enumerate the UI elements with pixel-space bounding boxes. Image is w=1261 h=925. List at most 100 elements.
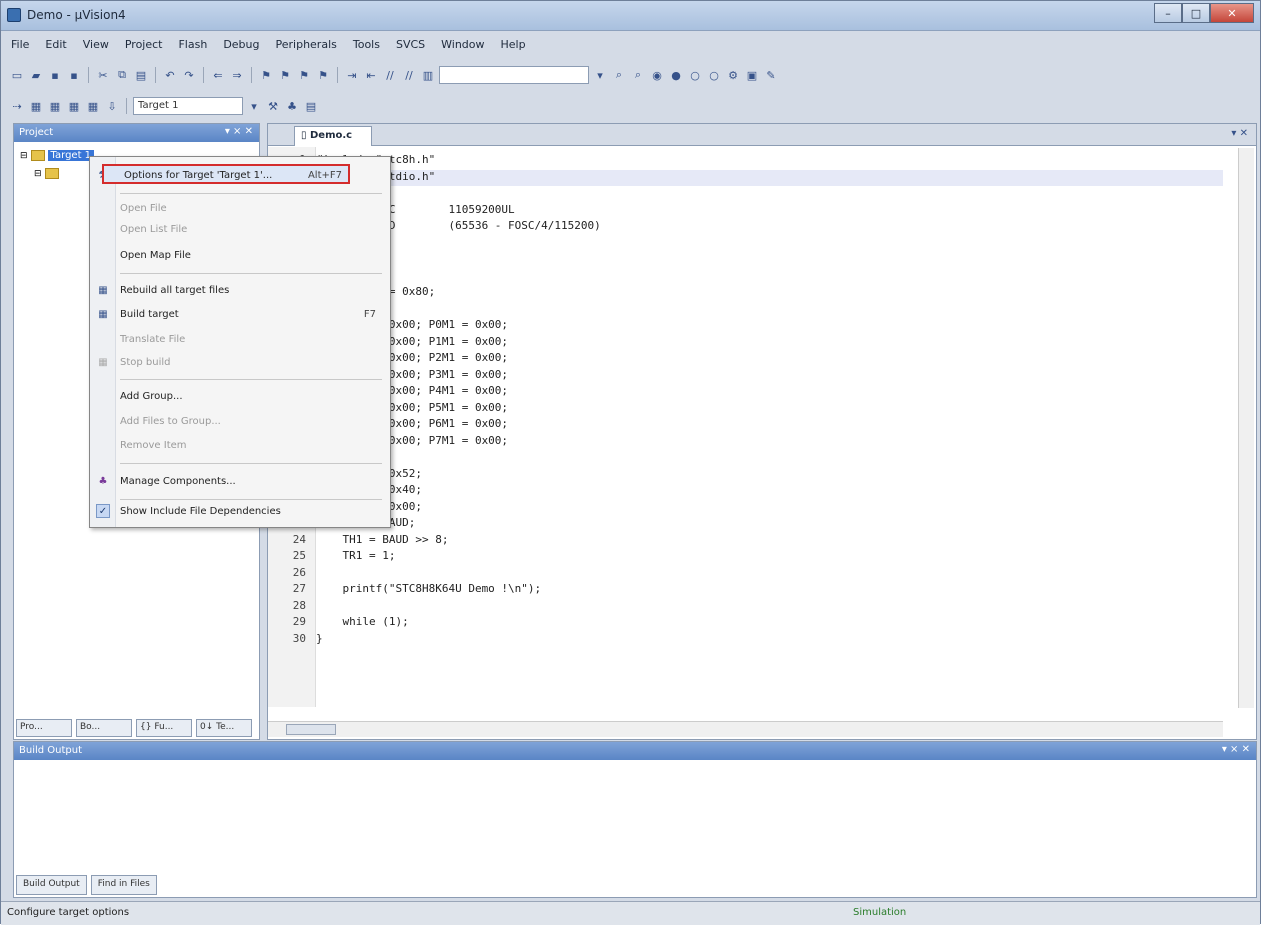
code-line[interactable]: 4#define FOSC 11059200UL — [268, 203, 1223, 219]
menu-help[interactable]: Help — [501, 38, 526, 51]
code-area[interactable]: 1#include "stc8h.h"2#include "stdio.h"34… — [268, 147, 1223, 707]
menu-peripherals[interactable]: Peripherals — [276, 38, 337, 51]
minimize-button[interactable]: – — [1154, 3, 1182, 23]
menu-flash[interactable]: Flash — [178, 38, 207, 51]
bookmark-clear-icon[interactable]: ⚑ — [315, 67, 331, 83]
bookmark-icon[interactable]: ⚑ — [258, 67, 274, 83]
build-icon[interactable]: ▦ — [28, 98, 44, 114]
bookmark-next-icon[interactable]: ⚑ — [296, 67, 312, 83]
code-line[interactable]: 6 — [268, 236, 1223, 252]
menu-item-open-file[interactable]: Open File — [120, 199, 382, 219]
tree-node-source-group[interactable]: ⊟ — [34, 168, 59, 179]
code-line[interactable]: 9 P_SW2 |= 0x80; — [268, 285, 1223, 301]
batch-build-icon[interactable]: ▦ — [66, 98, 82, 114]
code-line[interactable]: 30} — [268, 632, 1223, 648]
menu-item-show-include-deps[interactable]: Show Include File Dependencies — [120, 502, 382, 522]
configure-options-icon[interactable]: ✎ — [763, 67, 779, 83]
incremental-find-icon[interactable]: ⌕ — [630, 67, 646, 83]
code-line[interactable]: 18 P7M0 = 0x00; P7M1 = 0x00; — [268, 434, 1223, 450]
manage-components-icon[interactable]: ♣ — [284, 98, 300, 114]
code-line[interactable]: 11 P0M0 = 0x00; P0M1 = 0x00; — [268, 318, 1223, 334]
code-line[interactable]: 21 AUXR = 0x40; — [268, 483, 1223, 499]
paste-icon[interactable]: ▤ — [133, 67, 149, 83]
menu-item-translate[interactable]: Translate File — [120, 330, 382, 350]
menu-window[interactable]: Window — [441, 38, 484, 51]
code-line[interactable]: 22 TMOD = 0x00; — [268, 500, 1223, 516]
menu-item-open-map-file[interactable]: Open Map File — [120, 246, 382, 266]
tree-node-target-label[interactable]: Target 1 — [47, 150, 95, 161]
uncomment-icon[interactable]: // — [401, 67, 417, 83]
menu-file[interactable]: File — [11, 38, 29, 51]
tab-find-in-files[interactable]: Find in Files — [90, 875, 157, 895]
code-line[interactable]: 2#include "stdio.h" — [268, 169, 1223, 186]
combo-dropdown-icon[interactable]: ▾ — [592, 67, 608, 83]
menu-item-add-group[interactable]: Add Group... — [120, 387, 382, 407]
menu-view[interactable]: View — [83, 38, 109, 51]
debug-session-icon[interactable]: ◉ — [649, 67, 665, 83]
find-combo[interactable] — [439, 66, 589, 84]
tab-project[interactable]: Pro... — [16, 719, 72, 737]
code-line[interactable]: 1#include "stc8h.h" — [268, 153, 1223, 169]
code-line[interactable]: 16 P5M0 = 0x00; P5M1 = 0x00; — [268, 401, 1223, 417]
menu-project[interactable]: Project — [125, 38, 163, 51]
build-output-controls[interactable]: ▾ ⨯ ✕ — [1222, 744, 1250, 755]
menu-edit[interactable]: Edit — [45, 38, 66, 51]
vertical-scrollbar[interactable] — [1238, 148, 1254, 708]
indent-icon[interactable]: ⇥ — [344, 67, 360, 83]
redo-icon[interactable]: ↷ — [181, 67, 197, 83]
download-icon[interactable]: ⇩ — [104, 98, 120, 114]
code-line[interactable]: 20 SCON = 0x52; — [268, 467, 1223, 483]
menu-item-remove-item[interactable]: Remove Item — [120, 436, 382, 456]
menu-item-build-target[interactable]: Build target F7 — [120, 305, 382, 325]
menu-item-open-list-file[interactable]: Open List File — [120, 220, 382, 240]
code-line[interactable]: 19 — [268, 450, 1223, 466]
tab-templates[interactable]: 0↓ Te... — [196, 719, 252, 737]
close-button[interactable]: ✕ — [1210, 3, 1254, 23]
code-line[interactable]: 3 — [268, 186, 1223, 202]
project-panel-controls[interactable]: ▾ ⨯ ✕ — [225, 126, 253, 137]
save-icon[interactable]: ▪ — [47, 67, 63, 83]
nav-back-icon[interactable]: ⇐ — [210, 67, 226, 83]
code-line[interactable]: 7void main() — [268, 252, 1223, 268]
target-dropdown-icon[interactable]: ▾ — [246, 98, 262, 114]
code-line[interactable]: 28 — [268, 599, 1223, 615]
unindent-icon[interactable]: ⇤ — [363, 67, 379, 83]
target-options-icon[interactable]: ⚒ — [265, 98, 281, 114]
window-layout-icon[interactable]: ▣ — [744, 67, 760, 83]
target-select[interactable]: Target 1 — [133, 97, 243, 115]
copy-icon[interactable]: ⧉ — [114, 67, 130, 83]
menu-svcs[interactable]: SVCS — [396, 38, 425, 51]
kill-breakpoints-icon[interactable]: ○ — [706, 67, 722, 83]
expand-icon[interactable]: ⊟ — [34, 169, 42, 179]
expand-icon[interactable]: ⊟ — [20, 151, 28, 161]
code-line[interactable]: 15 P4M0 = 0x00; P4M1 = 0x00; — [268, 384, 1223, 400]
code-line[interactable]: 27 printf("STC8H8K64U Demo !\n"); — [268, 582, 1223, 598]
code-line[interactable]: 24 TH1 = BAUD >> 8; — [268, 533, 1223, 549]
bookmark-prev-icon[interactable]: ⚑ — [277, 67, 293, 83]
code-line[interactable]: 12 P1M0 = 0x00; P1M1 = 0x00; — [268, 335, 1223, 351]
code-line[interactable]: 10 — [268, 302, 1223, 318]
rebuild-icon[interactable]: ▦ — [47, 98, 63, 114]
scrollbar-thumb[interactable] — [286, 724, 336, 735]
tab-functions[interactable]: {} Fu... — [136, 719, 192, 737]
code-line[interactable]: 25 TR1 = 1; — [268, 549, 1223, 565]
build-output-text[interactable] — [14, 760, 1256, 865]
configure-icon[interactable]: ⚙ — [725, 67, 741, 83]
tab-build-output[interactable]: Build Output — [16, 875, 87, 895]
code-line[interactable]: 29 while (1); — [268, 615, 1223, 631]
translate-icon[interactable]: ⇢ — [9, 98, 25, 114]
menu-item-manage-components[interactable]: Manage Components... — [120, 472, 382, 492]
new-file-icon[interactable]: ▭ — [9, 67, 25, 83]
stop-build-icon[interactable]: ▦ — [85, 98, 101, 114]
find-icon[interactable]: ⌕ — [611, 67, 627, 83]
code-line[interactable]: 26 — [268, 566, 1223, 582]
disable-breakpoint-icon[interactable]: ○ — [687, 67, 703, 83]
save-all-icon[interactable]: ▪ — [66, 67, 82, 83]
code-line[interactable]: 14 P3M0 = 0x00; P3M1 = 0x00; — [268, 368, 1223, 384]
nav-forward-icon[interactable]: ⇒ — [229, 67, 245, 83]
menu-tools[interactable]: Tools — [353, 38, 380, 51]
editor-controls[interactable]: ▾ ✕ — [1231, 128, 1248, 139]
horizontal-scrollbar[interactable] — [268, 721, 1223, 737]
code-line[interactable]: 23 TL1 = BAUD; — [268, 516, 1223, 532]
menu-debug[interactable]: Debug — [223, 38, 259, 51]
